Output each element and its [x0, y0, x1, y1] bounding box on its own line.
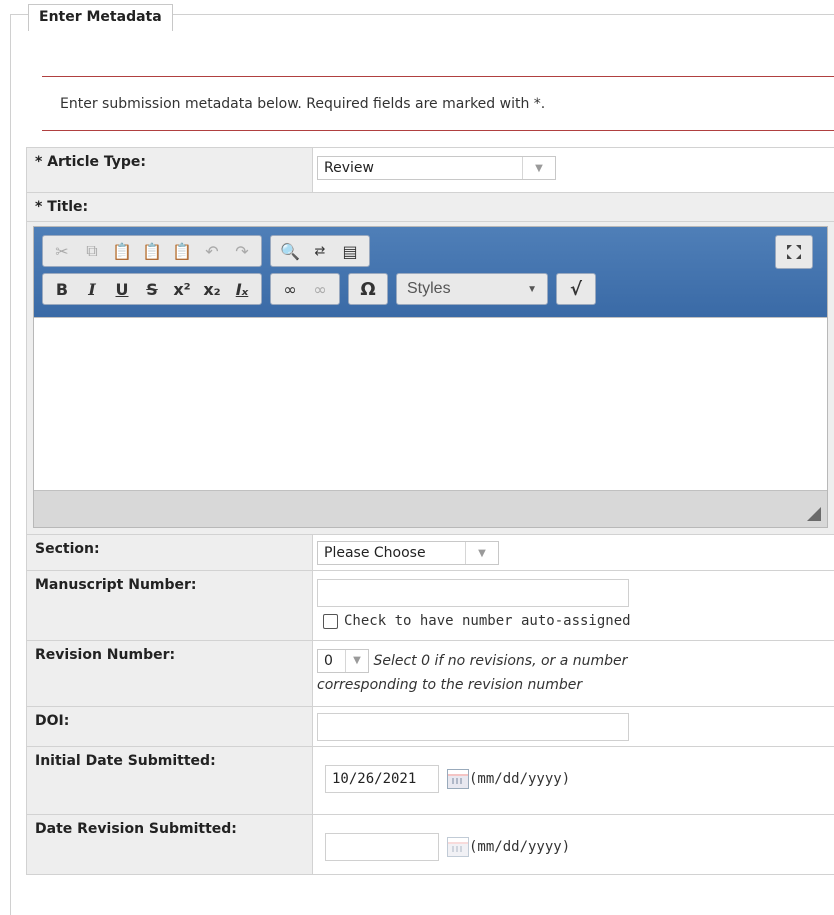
section-row: Section: Please Choose ▼ — [27, 535, 834, 571]
caret-down-icon: ▼ — [527, 284, 537, 295]
redo-icon[interactable]: ↷ — [227, 237, 257, 265]
italic-icon[interactable]: I — [77, 275, 107, 303]
initial-date-label: Initial Date Submitted: — [27, 747, 313, 815]
unlink-icon[interactable]: ∞ — [305, 275, 335, 303]
bold-icon[interactable]: B — [47, 275, 77, 303]
bottom-divider — [42, 130, 834, 131]
revision-select[interactable]: 0 ▼ — [317, 649, 369, 673]
link-icon[interactable]: ∞ — [275, 275, 305, 303]
copy-icon[interactable]: ⧉ — [77, 237, 107, 265]
remove-format-icon[interactable]: Iₓ — [227, 275, 257, 303]
strike-icon[interactable]: S — [137, 275, 167, 303]
underline-icon[interactable]: U — [107, 275, 137, 303]
revision-row: Revision Number: 0 ▼ Select 0 if no revi… — [27, 641, 834, 707]
paste-word-icon[interactable]: 📋 — [167, 237, 197, 265]
editor-toolbar: ✂ ⧉ 📋 📋 📋 ↶ ↷ 🔍 ⇄ ▤ — [34, 227, 827, 317]
chevron-down-icon[interactable]: ▼ — [522, 157, 555, 179]
section-value: Please Choose — [318, 542, 465, 564]
editor-footer — [34, 490, 827, 527]
calendar-icon[interactable] — [447, 769, 469, 789]
doi-input[interactable] — [317, 713, 629, 741]
revision-label: Revision Number: — [27, 641, 313, 707]
find-icon[interactable]: 🔍 — [275, 237, 305, 265]
intro-text: Enter submission metadata below. Require… — [60, 96, 545, 112]
initial-date-input[interactable]: 10/26/2021 — [325, 765, 439, 793]
superscript-icon[interactable]: x² — [167, 275, 197, 303]
paste-icon[interactable]: 📋 — [107, 237, 137, 265]
article-type-label: * Article Type: — [27, 148, 313, 193]
omega-icon[interactable]: Ω — [353, 275, 383, 303]
revision-hint-line2: corresponding to the revision number — [317, 677, 582, 693]
title-edit-area[interactable] — [34, 317, 827, 490]
chevron-down-icon[interactable]: ▼ — [465, 542, 498, 564]
doi-row: DOI: — [27, 707, 834, 747]
auto-assign-label: Check to have number auto-assigned — [344, 613, 631, 629]
article-type-select[interactable]: Review ▼ — [317, 156, 556, 180]
styles-label: Styles — [407, 280, 451, 298]
revision-hint-line1: Select 0 if no revisions, or a number — [373, 653, 627, 669]
section-label: Section: — [27, 535, 313, 571]
metadata-table: * Article Type: Review ▼ * Title: ✂ ⧉ 📋 — [26, 147, 834, 875]
doi-label: DOI: — [27, 707, 313, 747]
title-editor-row: ✂ ⧉ 📋 📋 📋 ↶ ↷ 🔍 ⇄ ▤ — [27, 222, 834, 535]
article-type-row: * Article Type: Review ▼ — [27, 148, 834, 193]
paste-text-icon[interactable]: 📋 — [137, 237, 167, 265]
initial-date-row: Initial Date Submitted: 10/26/2021 (mm/d… — [27, 747, 834, 815]
revision-date-format: (mm/dd/yyyy) — [469, 839, 570, 855]
revision-value: 0 — [318, 650, 345, 672]
manuscript-row: Manuscript Number: Check to have number … — [27, 571, 834, 641]
auto-assign-checkbox[interactable] — [323, 614, 338, 629]
select-all-icon[interactable]: ▤ — [335, 237, 365, 265]
revision-date-row: Date Revision Submitted: (mm/dd/yyyy) — [27, 815, 834, 875]
article-type-value: Review — [318, 157, 522, 179]
undo-icon[interactable]: ↶ — [197, 237, 227, 265]
cut-icon[interactable]: ✂ — [47, 237, 77, 265]
calendar-icon[interactable] — [447, 837, 469, 857]
subscript-icon[interactable]: x₂ — [197, 275, 227, 303]
manuscript-label: Manuscript Number: — [27, 571, 313, 641]
initial-date-format: (mm/dd/yyyy) — [469, 771, 570, 787]
title-row: * Title: — [27, 193, 834, 222]
top-divider — [42, 76, 834, 77]
title-label: * Title: — [27, 193, 834, 222]
revision-date-label: Date Revision Submitted: — [27, 815, 313, 875]
fieldset-legend: Enter Metadata — [28, 4, 173, 31]
manuscript-number-input[interactable] — [317, 579, 629, 607]
styles-dropdown[interactable]: Styles ▼ — [397, 280, 547, 298]
revision-date-input[interactable] — [325, 833, 439, 861]
title-rich-text-editor[interactable]: ✂ ⧉ 📋 📋 📋 ↶ ↷ 🔍 ⇄ ▤ — [33, 226, 828, 528]
math-icon[interactable]: √ — [561, 275, 591, 303]
maximize-icon[interactable] — [775, 235, 813, 269]
chevron-down-icon[interactable]: ▼ — [345, 650, 368, 672]
replace-icon[interactable]: ⇄ — [305, 237, 335, 265]
resize-handle-icon[interactable] — [807, 507, 821, 521]
section-select[interactable]: Please Choose ▼ — [317, 541, 499, 565]
